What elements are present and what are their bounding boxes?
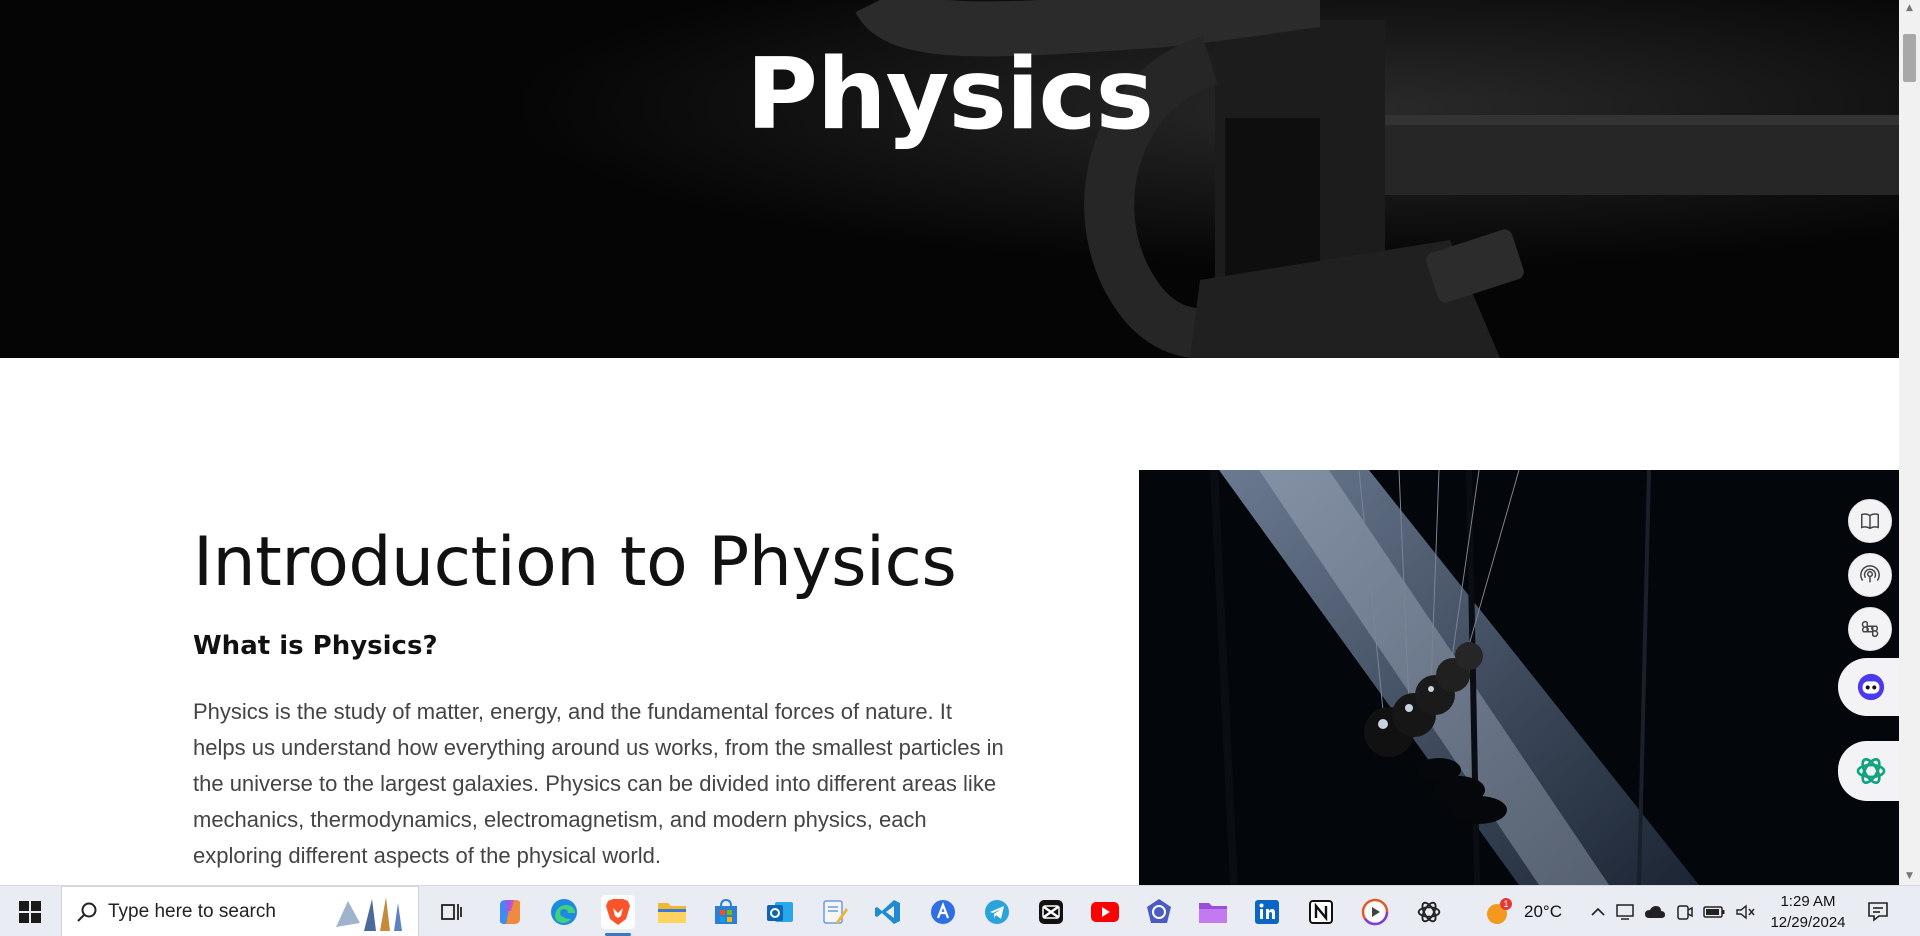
section-heading: Introduction to Physics (193, 523, 957, 602)
purple-folder-icon (1199, 903, 1227, 923)
copilot-icon (499, 900, 521, 924)
taskbar-media-player[interactable] (1358, 895, 1392, 929)
microsoft-store-icon (715, 898, 737, 924)
clock-date: 12/29/2024 (1770, 914, 1846, 931)
podcast-button[interactable] (1848, 553, 1892, 597)
youtube-icon (1091, 902, 1119, 922)
scroll-down-arrow-icon[interactable]: ▼ (1899, 868, 1920, 885)
notion-icon (1309, 900, 1333, 924)
taskbar-notepad[interactable] (817, 895, 851, 929)
task-view-button[interactable] (434, 895, 468, 929)
telegram-icon (985, 900, 1009, 924)
taskbar-microsoft-store[interactable] (709, 895, 743, 929)
taskbar-brave[interactable] (601, 895, 635, 929)
newtons-cradle-image (1139, 470, 1899, 885)
section-paragraph: Physics is the study of matter, energy, … (193, 699, 1004, 868)
chatgpt-tab[interactable] (1838, 741, 1899, 801)
search-placeholder: Type here to search (108, 900, 276, 922)
notification-icon (1868, 902, 1888, 922)
weather-temperature: 20°C (1524, 901, 1562, 921)
search-icon (77, 902, 97, 922)
hero-title: Physics (746, 38, 1154, 152)
taskbar-chatgpt[interactable] (1412, 895, 1446, 929)
taskbar-notion[interactable] (1304, 895, 1338, 929)
outlook-icon (767, 902, 793, 922)
battery-icon[interactable] (1702, 904, 1726, 920)
edge-browser-icon (551, 899, 577, 925)
broadcast-icon (1860, 565, 1880, 583)
taskbar-arc[interactable] (926, 895, 960, 929)
notification-center-button[interactable] (1866, 899, 1890, 927)
web-page: Physics Introduction to Physics What is … (0, 0, 1899, 885)
clock-time: 1:29 AM (1780, 893, 1836, 910)
linkedin-icon (1255, 900, 1279, 924)
taskbar-linkedin[interactable] (1250, 895, 1284, 929)
taskbar-youtube[interactable] (1088, 895, 1122, 929)
taskbar-edge[interactable] (547, 895, 581, 929)
taskbar-search-box[interactable]: Type here to search (61, 886, 419, 936)
media-player-icon (1361, 898, 1389, 926)
show-hidden-icons-chevron-icon[interactable] (1590, 904, 1606, 920)
arc-app-icon (931, 900, 955, 924)
section-subheading: What is Physics? (193, 631, 438, 661)
chatgpt-icon (1856, 757, 1885, 785)
assistant-face-icon (1857, 673, 1884, 701)
chatgpt-taskbar-icon (1417, 901, 1441, 923)
apps-hub-icon (1147, 899, 1171, 923)
command-icon (1861, 620, 1879, 638)
windows-taskbar: Type here to search 1 20°C 1:29 AM 12/29… (0, 885, 1920, 936)
taskbar-copilot[interactable] (493, 895, 527, 929)
brave-browser-icon (606, 899, 630, 925)
taskbar-outlook[interactable] (763, 895, 797, 929)
task-view-icon (441, 904, 462, 920)
weather-alert-badge: 1 (1503, 899, 1508, 909)
assistant-tab[interactable] (1838, 658, 1899, 716)
page-scrollbar[interactable]: ▲ ▼ (1899, 0, 1920, 885)
system-clock[interactable]: 1:29 AM 12/29/2024 (1770, 891, 1846, 933)
weather-sun-icon: 1 (1487, 897, 1512, 924)
taskbar-telegram[interactable] (980, 895, 1014, 929)
taskbar-apps-hub[interactable] (1142, 895, 1176, 929)
capcut-icon (1039, 900, 1063, 924)
onedrive-cloud-icon[interactable] (1644, 904, 1666, 920)
vscode-icon (875, 900, 900, 924)
volume-muted-icon[interactable] (1735, 903, 1755, 921)
taskbar-folder[interactable] (1196, 895, 1230, 929)
taskbar-capcut[interactable] (1034, 895, 1068, 929)
hero-banner: Physics (0, 0, 1899, 358)
taskbar-file-explorer[interactable] (655, 895, 689, 929)
windows-logo-icon (19, 900, 41, 923)
scroll-thumb[interactable] (1903, 34, 1916, 82)
weather-widget[interactable]: 1 20°C (1484, 886, 1562, 936)
display-icon[interactable] (1615, 903, 1635, 921)
shortcuts-button[interactable] (1848, 607, 1892, 651)
start-button[interactable] (0, 886, 60, 936)
book-icon (1861, 513, 1879, 530)
system-tray (1590, 886, 1755, 936)
scroll-up-arrow-icon[interactable]: ▲ (1899, 0, 1920, 17)
reader-button[interactable] (1848, 499, 1892, 543)
file-explorer-icon (658, 903, 686, 923)
taskbar-vscode[interactable] (871, 895, 905, 929)
meet-now-icon[interactable] (1675, 903, 1693, 921)
notepad-icon (823, 900, 848, 924)
search-highlight-art-icon (336, 897, 402, 931)
